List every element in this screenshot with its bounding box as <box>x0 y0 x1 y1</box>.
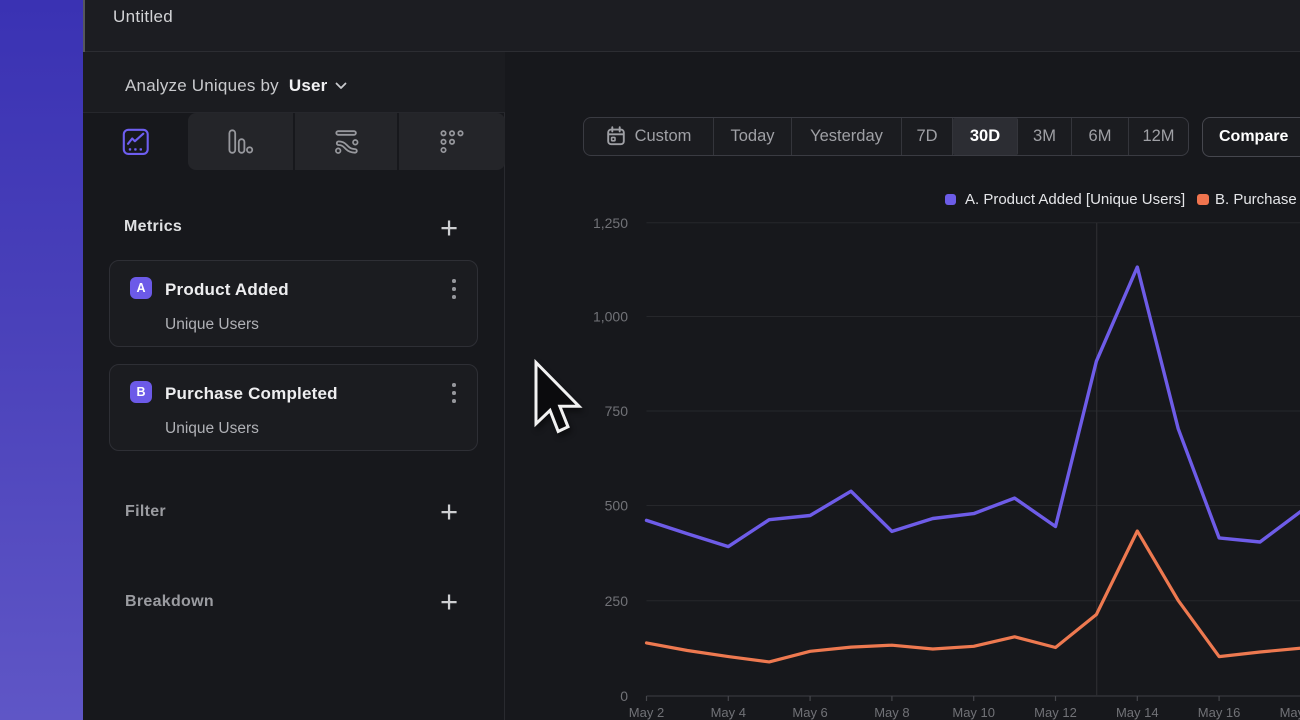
svg-text:May 2: May 2 <box>629 705 664 720</box>
svg-text:1,250: 1,250 <box>593 215 628 231</box>
svg-text:May 4: May 4 <box>711 705 746 720</box>
svg-text:May 12: May 12 <box>1034 705 1077 720</box>
svg-text:May 6: May 6 <box>792 705 827 720</box>
svg-text:May 16: May 16 <box>1198 705 1241 720</box>
svg-text:1,000: 1,000 <box>593 309 628 325</box>
svg-text:May 8: May 8 <box>874 705 909 720</box>
svg-text:May 14: May 14 <box>1116 705 1159 720</box>
svg-text:500: 500 <box>605 498 629 514</box>
svg-text:May 10: May 10 <box>952 705 995 720</box>
svg-text:0: 0 <box>620 688 628 704</box>
svg-text:May 18: May 18 <box>1280 705 1300 720</box>
svg-text:250: 250 <box>605 593 629 609</box>
svg-text:750: 750 <box>605 403 629 419</box>
